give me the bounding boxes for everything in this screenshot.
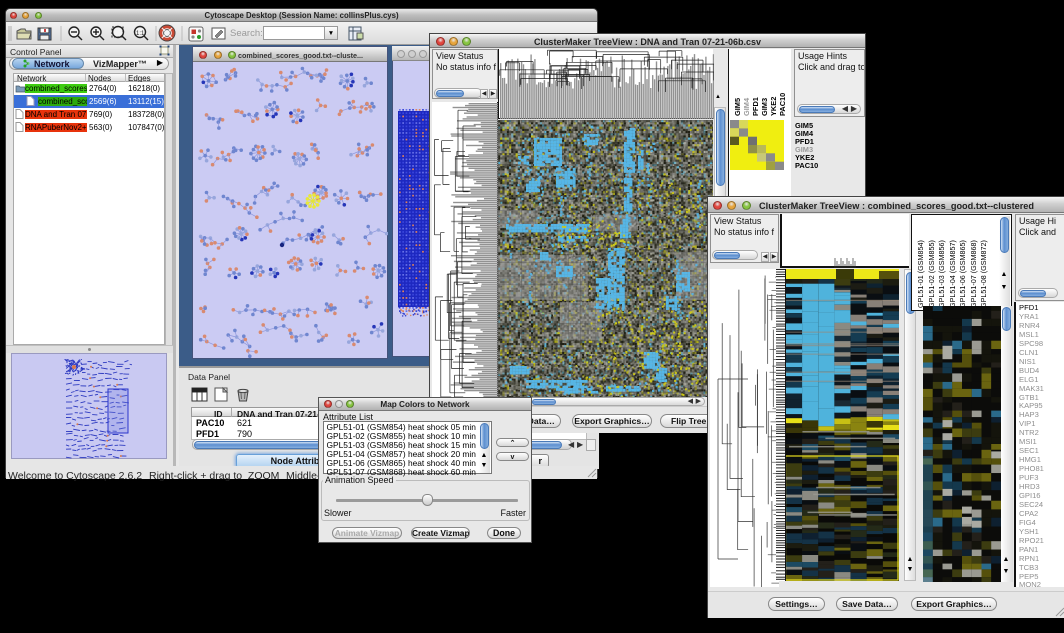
svg-text:1:1: 1:1 xyxy=(136,31,145,37)
